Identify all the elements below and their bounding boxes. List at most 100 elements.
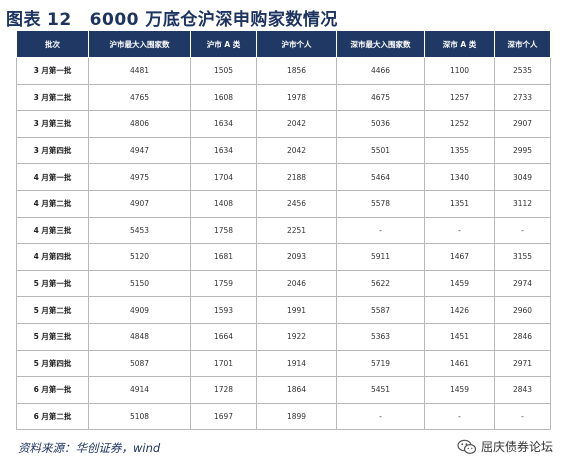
- value-cell: 1505: [190, 57, 257, 85]
- batch-label-cell: 5 月第四批: [16, 349, 89, 378]
- value-cell: -: [336, 402, 425, 431]
- table-row: 6 月第二批 5108 1697 1899- - -: [16, 402, 551, 431]
- table-row: 4 月第四批 5120 1681 2093 5911 1467 3155: [16, 243, 551, 271]
- column-header: 沪市最大入围家数: [88, 30, 191, 58]
- table-row: 5 月第四批 5087 1701 1914 5719 1461 2971: [16, 349, 551, 378]
- batch-label-cell: 5 月第一批: [16, 269, 89, 298]
- brand-name: 屈庆债券论坛: [480, 440, 553, 454]
- value-cell: 4975: [88, 163, 191, 191]
- value-cell: 2535: [494, 57, 551, 85]
- value-cell: -: [494, 402, 551, 431]
- table-row: 5 月第一批 5150 1759 2046 5622 1459 2974: [16, 269, 551, 298]
- batch-label-cell: 4 月第一批: [16, 163, 89, 191]
- value-cell: 2456: [256, 189, 337, 218]
- value-cell: 1991: [256, 296, 337, 324]
- value-cell: 1681: [190, 243, 257, 271]
- value-cell: 5622: [336, 269, 425, 298]
- value-cell: 2846: [494, 322, 551, 351]
- table-row: 5 月第三批 4848 1664 1922 5363 1451 2846: [16, 322, 551, 351]
- batch-label-cell: 4 月第三批: [16, 216, 89, 245]
- value-cell: 2042: [256, 110, 337, 138]
- value-cell: 1922: [256, 322, 337, 351]
- value-cell: 5120: [88, 243, 191, 271]
- value-cell: 5150: [88, 269, 191, 298]
- wechat-icon: [457, 439, 477, 455]
- value-cell: 1728: [190, 376, 257, 404]
- value-cell: 4914: [88, 376, 191, 404]
- value-cell: 1759: [190, 269, 257, 298]
- figure-title-number: 12: [47, 10, 72, 30]
- value-cell: 2907: [494, 110, 551, 138]
- value-cell: 2188: [256, 163, 337, 191]
- batch-label-cell: 3 月第四批: [16, 136, 89, 165]
- column-header: 深市 A 类: [424, 30, 495, 58]
- table-row: 3 月第二批 4765 1608 1978 4675 1257 2733: [16, 83, 551, 112]
- value-cell: 1252: [424, 110, 495, 138]
- value-cell: 4848: [88, 322, 191, 351]
- table-row: 6 月第一批 4914 1728 1864 5451 1459 2843: [16, 376, 551, 404]
- value-cell: 1634: [190, 110, 257, 138]
- value-cell: 1257: [424, 83, 495, 112]
- value-cell: 1459: [424, 376, 495, 404]
- value-cell: 3112: [494, 189, 551, 218]
- value-cell: 2046: [256, 269, 337, 298]
- value-cell: 1355: [424, 136, 495, 165]
- value-cell: 4806: [88, 110, 191, 138]
- value-cell: 5363: [336, 322, 425, 351]
- figure-title: 图表 12 6000 万底仓沪深申购家数情况: [6, 5, 338, 30]
- value-cell: 1593: [190, 296, 257, 324]
- value-cell: 5501: [336, 136, 425, 165]
- value-cell: 1459: [424, 269, 495, 298]
- value-cell: 1856: [256, 57, 337, 85]
- value-cell: 1914: [256, 349, 337, 378]
- value-cell: -: [424, 402, 495, 431]
- value-cell: 5087: [88, 349, 191, 378]
- table-row: 3 月第三批 4806 1634 2042 5036 1252 2907: [16, 110, 551, 138]
- table-row: 4 月第二批 4907 1408 2456 5578 1351 3112: [16, 189, 551, 218]
- subscription-table: 批次 沪市最大入围家数 沪市 A 类沪市个人 深市最大入围家数 深市 A 类深市个人 3…: [16, 30, 551, 431]
- value-cell: 2971: [494, 349, 551, 378]
- value-cell: 4765: [88, 83, 191, 112]
- value-cell: 5108: [88, 402, 191, 431]
- value-cell: 4947: [88, 136, 191, 165]
- value-cell: 2733: [494, 83, 551, 112]
- value-cell: 1351: [424, 189, 495, 218]
- value-cell: 4909: [88, 296, 191, 324]
- table-row: 4 月第三批 5453 1758 2251- - -: [16, 216, 551, 245]
- value-cell: 3049: [494, 163, 551, 191]
- batch-label-cell: 3 月第三批: [16, 110, 89, 138]
- value-cell: 1697: [190, 402, 257, 431]
- brand-watermark: 屈庆债券论坛: [457, 438, 553, 455]
- value-cell: 1426: [424, 296, 495, 324]
- value-cell: 5911: [336, 243, 425, 271]
- batch-label-cell: 3 月第一批: [16, 57, 89, 85]
- value-cell: 5453: [88, 216, 191, 245]
- value-cell: 1864: [256, 376, 337, 404]
- column-header: 批次: [16, 30, 89, 58]
- value-cell: 2843: [494, 376, 551, 404]
- batch-label-cell: 4 月第四批: [16, 243, 89, 271]
- figure-title-text: 6000 万底仓沪深申购家数情况: [89, 10, 338, 30]
- value-cell: 4675: [336, 83, 425, 112]
- value-cell: 1100: [424, 57, 495, 85]
- value-cell: 1664: [190, 322, 257, 351]
- value-cell: 5719: [336, 349, 425, 378]
- column-header: 深市最大入围家数: [336, 30, 425, 58]
- value-cell: -: [424, 216, 495, 245]
- value-cell: -: [494, 216, 551, 245]
- table-row: 5 月第二批 4909 1593 1991 5587 1426 2960: [16, 296, 551, 324]
- batch-label-cell: 5 月第三批: [16, 322, 89, 351]
- value-cell: 1978: [256, 83, 337, 112]
- value-cell: 1608: [190, 83, 257, 112]
- table-row: 3 月第四批 4947 1634 2042 5501 1355 2995: [16, 136, 551, 165]
- value-cell: 1899: [256, 402, 337, 431]
- table-row: 4 月第一批 4975 1704 2188 5464 1340 3049: [16, 163, 551, 191]
- value-cell: 5587: [336, 296, 425, 324]
- table-header-row: 批次 沪市最大入围家数 沪市 A 类沪市个人 深市最大入围家数 深市 A 类深市个人: [16, 30, 551, 58]
- value-cell: 2995: [494, 136, 551, 165]
- value-cell: 5578: [336, 189, 425, 218]
- value-cell: 1408: [190, 189, 257, 218]
- batch-label-cell: 6 月第二批: [16, 402, 89, 431]
- batch-label-cell: 5 月第二批: [16, 296, 89, 324]
- value-cell: 1340: [424, 163, 495, 191]
